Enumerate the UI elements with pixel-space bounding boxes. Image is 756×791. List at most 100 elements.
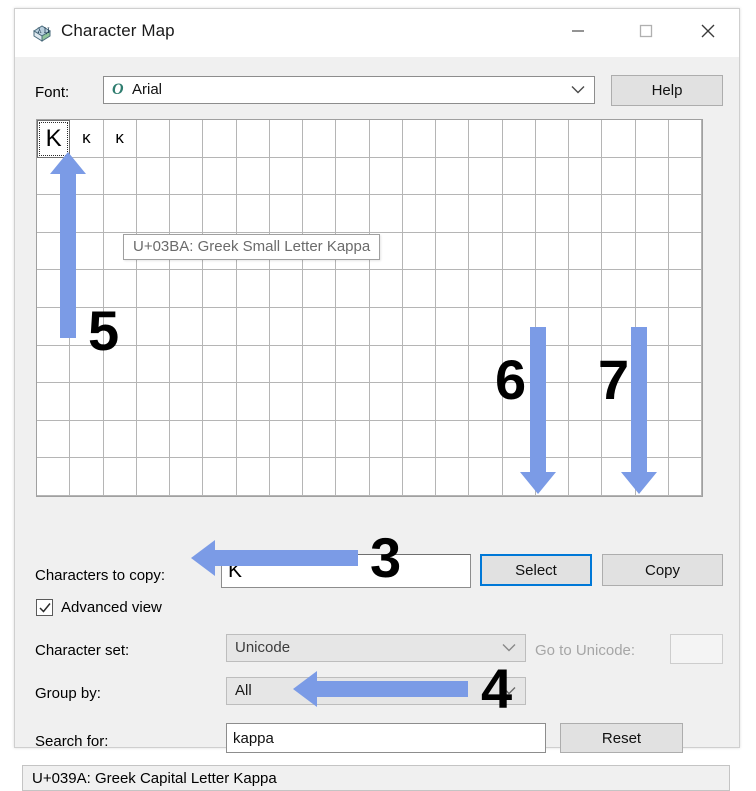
grid-cell-empty[interactable] [236, 458, 270, 496]
grid-cell[interactable]: κ [70, 120, 104, 158]
grid-cell-selected[interactable]: Κ [37, 120, 71, 158]
maximize-icon[interactable] [623, 9, 669, 53]
grid-cell-empty[interactable] [269, 157, 303, 196]
grid-cell-empty[interactable] [635, 458, 669, 496]
grid-cell-empty[interactable] [402, 307, 436, 346]
grid-cell-empty[interactable] [336, 157, 370, 196]
grid-cell-empty[interactable] [37, 383, 71, 421]
grid-cell-empty[interactable] [303, 307, 337, 346]
grid-cell-empty[interactable] [668, 232, 702, 271]
grid-cell-empty[interactable] [668, 195, 702, 233]
grid-cell-empty[interactable] [535, 195, 569, 233]
grid-cell-empty[interactable] [269, 307, 303, 346]
grid-cell-empty[interactable] [369, 120, 403, 158]
grid-cell-empty[interactable] [402, 458, 436, 496]
grid-cell-empty[interactable] [303, 157, 337, 196]
grid-cell-empty[interactable] [602, 307, 636, 346]
checkbox-box[interactable] [36, 599, 53, 616]
grid-cell-empty[interactable] [402, 420, 436, 459]
grid-cell-empty[interactable] [269, 270, 303, 308]
grid-cell-empty[interactable] [236, 195, 270, 233]
grid-cell-empty[interactable] [436, 458, 470, 496]
grid-cell-empty[interactable] [602, 195, 636, 233]
copy-button[interactable]: Copy [602, 554, 723, 586]
reset-button[interactable]: Reset [560, 723, 683, 753]
grid-cell-empty[interactable] [37, 157, 71, 196]
grid-cell-empty[interactable] [170, 458, 204, 496]
grid-cell-empty[interactable] [303, 458, 337, 496]
grid-cell-empty[interactable] [369, 157, 403, 196]
grid-cell-empty[interactable] [170, 195, 204, 233]
grid-cell-empty[interactable] [70, 383, 104, 421]
grid-cell-empty[interactable] [569, 232, 603, 271]
grid-cell-empty[interactable] [369, 195, 403, 233]
grid-cell-empty[interactable] [269, 420, 303, 459]
grid-cell-empty[interactable] [535, 458, 569, 496]
grid-cell-empty[interactable] [535, 307, 569, 346]
grid-cell-empty[interactable] [602, 270, 636, 308]
grid-cell-empty[interactable] [70, 195, 104, 233]
grid-cell-empty[interactable] [469, 157, 503, 196]
grid-cell-empty[interactable] [236, 307, 270, 346]
grid-cell-empty[interactable] [70, 458, 104, 496]
grid-cell-empty[interactable] [668, 345, 702, 384]
grid-cell-empty[interactable] [236, 383, 270, 421]
grid-cell-empty[interactable] [170, 307, 204, 346]
grid-cell-empty[interactable] [569, 120, 603, 158]
grid-cell-empty[interactable] [469, 458, 503, 496]
grid-cell-empty[interactable] [569, 458, 603, 496]
grid-cell-empty[interactable] [402, 157, 436, 196]
go-to-unicode-input[interactable] [670, 634, 723, 664]
grid-cell-empty[interactable] [469, 307, 503, 346]
grid-cell-empty[interactable] [602, 232, 636, 271]
grid-cell-empty[interactable] [535, 270, 569, 308]
grid-cell-empty[interactable] [37, 345, 71, 384]
grid-cell-empty[interactable] [37, 270, 71, 308]
grid-cell-empty[interactable] [602, 420, 636, 459]
grid-cell-empty[interactable] [269, 458, 303, 496]
grid-cell-empty[interactable] [203, 307, 237, 346]
grid-cell-empty[interactable] [103, 157, 137, 196]
grid-cell-empty[interactable] [303, 120, 337, 158]
grid-cell-empty[interactable] [269, 195, 303, 233]
grid-cell-empty[interactable] [402, 345, 436, 384]
grid-cell-empty[interactable] [136, 307, 170, 346]
grid-cell-empty[interactable] [469, 232, 503, 271]
grid-cell-empty[interactable] [436, 270, 470, 308]
grid-cell-empty[interactable] [37, 232, 71, 271]
grid-cell-empty[interactable] [436, 383, 470, 421]
grid-cell-empty[interactable] [668, 270, 702, 308]
grid-cell-empty[interactable] [569, 195, 603, 233]
grid-cell-empty[interactable] [203, 420, 237, 459]
grid-cell-empty[interactable] [303, 345, 337, 384]
grid-cell-empty[interactable] [602, 157, 636, 196]
grid-cell-empty[interactable] [170, 270, 204, 308]
grid-cell-empty[interactable] [269, 345, 303, 384]
grid-cell-empty[interactable] [170, 157, 204, 196]
grid-cell-empty[interactable] [70, 157, 104, 196]
grid-cell-empty[interactable] [269, 383, 303, 421]
grid-cell-empty[interactable] [502, 120, 536, 158]
grid-cell-empty[interactable] [37, 307, 71, 346]
grid-cell-empty[interactable] [402, 195, 436, 233]
grid-cell-empty[interactable] [203, 157, 237, 196]
grid-cell-empty[interactable] [336, 307, 370, 346]
grid-cell-empty[interactable] [170, 120, 204, 158]
grid-cell-empty[interactable] [136, 270, 170, 308]
grid-cell-empty[interactable] [635, 383, 669, 421]
grid-cell-empty[interactable] [336, 195, 370, 233]
grid-cell-empty[interactable] [436, 120, 470, 158]
grid-cell-empty[interactable] [203, 270, 237, 308]
grid-cell-empty[interactable] [569, 157, 603, 196]
grid-cell-empty[interactable] [103, 420, 137, 459]
grid-cell-empty[interactable] [402, 383, 436, 421]
grid-cell-empty[interactable] [668, 157, 702, 196]
grid-cell-empty[interactable] [336, 270, 370, 308]
select-button[interactable]: Select [480, 554, 592, 586]
grid-cell-empty[interactable] [535, 420, 569, 459]
grid-cell-empty[interactable] [136, 120, 170, 158]
grid-cell-empty[interactable] [136, 458, 170, 496]
grid-cell-empty[interactable] [436, 420, 470, 459]
grid-cell-empty[interactable] [203, 345, 237, 384]
grid-cell-empty[interactable] [469, 120, 503, 158]
